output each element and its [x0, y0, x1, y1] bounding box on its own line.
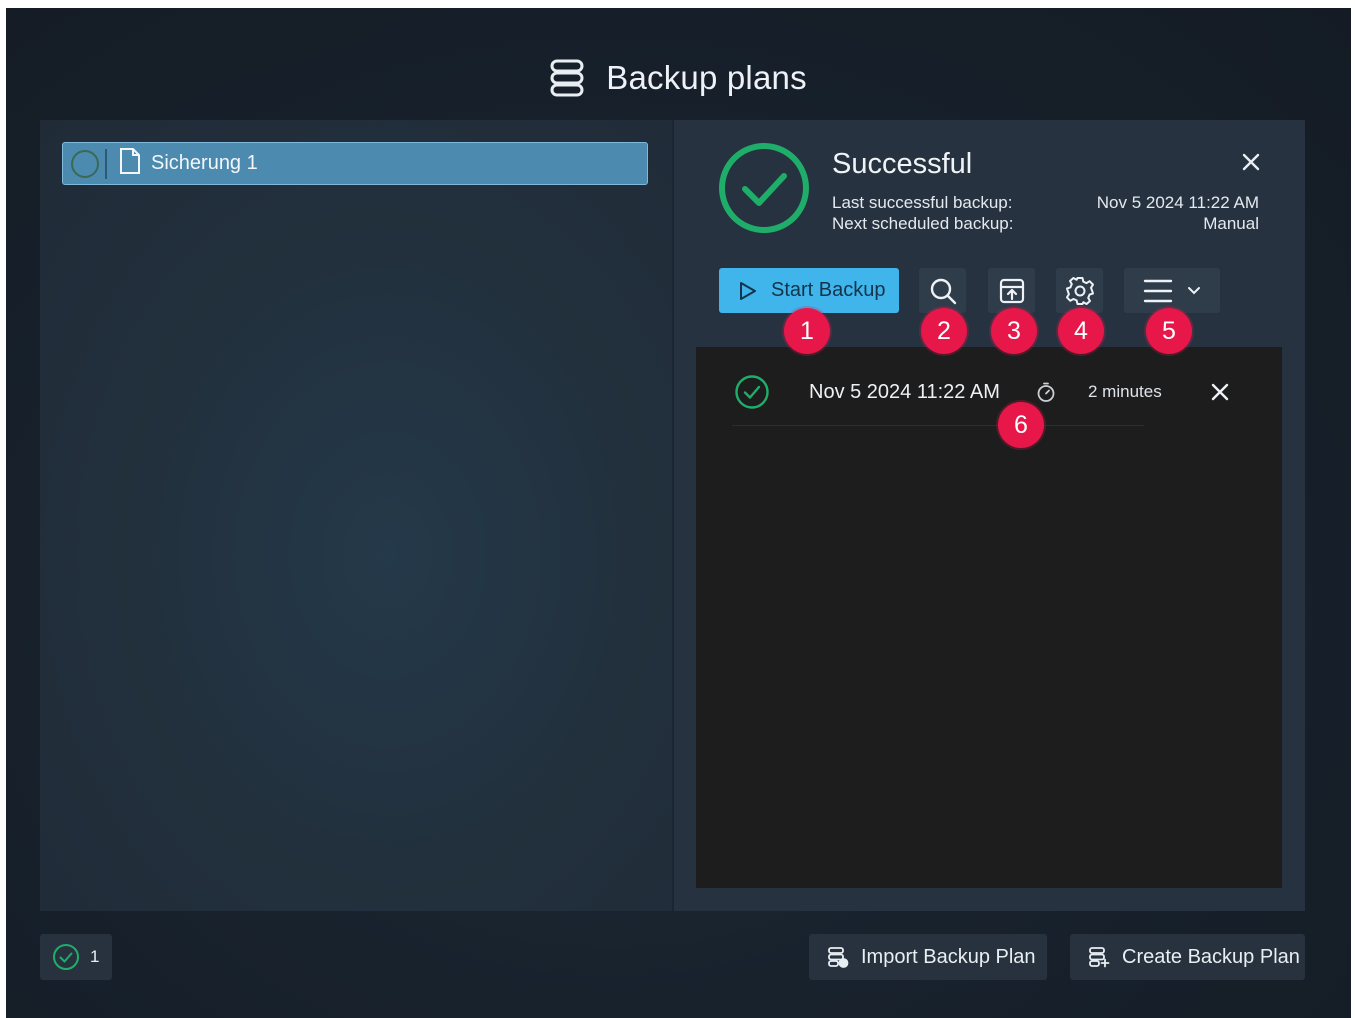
title-bar: Backup plans [6, 58, 1351, 98]
hamburger-menu-icon [1143, 278, 1173, 304]
backup-plans-window: Backup plans Sicherung 1 Successful Last… [6, 8, 1351, 1018]
gear-icon [1065, 276, 1095, 306]
check-circle-icon [734, 374, 770, 415]
start-backup-label: Start Backup [771, 279, 886, 301]
plan-status-indicator [71, 149, 99, 178]
plan-details: Successful Last successful backup: Next … [674, 120, 1305, 911]
create-plan-icon [1088, 946, 1110, 968]
page-title: Backup plans [606, 59, 807, 96]
stopwatch-icon [1035, 381, 1057, 408]
callout-badge-2: 2 [921, 308, 967, 354]
callout-badge-3: 3 [991, 308, 1037, 354]
play-icon [737, 280, 759, 302]
import-plan-icon [827, 946, 849, 968]
next-backup-label: Next scheduled backup: [832, 214, 1014, 233]
history-duration: 2 minutes [1088, 382, 1162, 401]
check-circle-icon [718, 142, 810, 239]
history-row[interactable]: Nov 5 2024 11:22 AM 2 minutes [696, 347, 1282, 427]
callout-badge-4: 4 [1058, 308, 1104, 354]
archive-upload-icon [998, 277, 1026, 305]
restore-button[interactable] [988, 268, 1035, 313]
search-icon [929, 277, 957, 305]
status-title: Successful [832, 148, 973, 180]
plan-separator [105, 148, 107, 179]
start-backup-button[interactable]: Start Backup [719, 268, 899, 313]
plan-item-label: Sicherung 1 [151, 152, 258, 174]
next-backup-value: Manual [1203, 214, 1259, 233]
main-panel: Sicherung 1 Successful Last successful b… [40, 120, 1305, 911]
last-backup-value: Nov 5 2024 11:22 AM [1096, 193, 1259, 212]
callout-badge-1: 1 [784, 308, 830, 354]
success-count-indicator[interactable]: 1 [40, 934, 112, 980]
delete-history-icon[interactable] [1210, 382, 1230, 407]
import-backup-plan-button[interactable]: Import Backup Plan [809, 934, 1047, 980]
more-menu-button[interactable] [1124, 268, 1220, 313]
callout-badge-5: 5 [1146, 308, 1192, 354]
check-circle-icon [52, 943, 80, 971]
last-backup-label: Last successful backup: [832, 193, 1013, 212]
create-backup-plan-label: Create Backup Plan [1122, 945, 1300, 968]
backup-history-list: Nov 5 2024 11:22 AM 2 minutes [696, 347, 1282, 888]
document-icon [119, 147, 141, 180]
database-icon [550, 59, 584, 97]
row-divider [732, 425, 1144, 426]
history-date: Nov 5 2024 11:22 AM [809, 381, 1000, 403]
chevron-down-icon [1187, 286, 1201, 296]
plan-list: Sicherung 1 [40, 120, 672, 911]
success-count: 1 [90, 947, 100, 966]
search-button[interactable] [919, 268, 966, 313]
import-backup-plan-label: Import Backup Plan [861, 945, 1036, 968]
callout-badge-6: 6 [998, 402, 1044, 448]
plan-item-sicherung-1[interactable]: Sicherung 1 [62, 142, 648, 185]
create-backup-plan-button[interactable]: Create Backup Plan [1070, 934, 1305, 980]
close-icon[interactable] [1241, 152, 1261, 177]
settings-button[interactable] [1056, 268, 1103, 313]
